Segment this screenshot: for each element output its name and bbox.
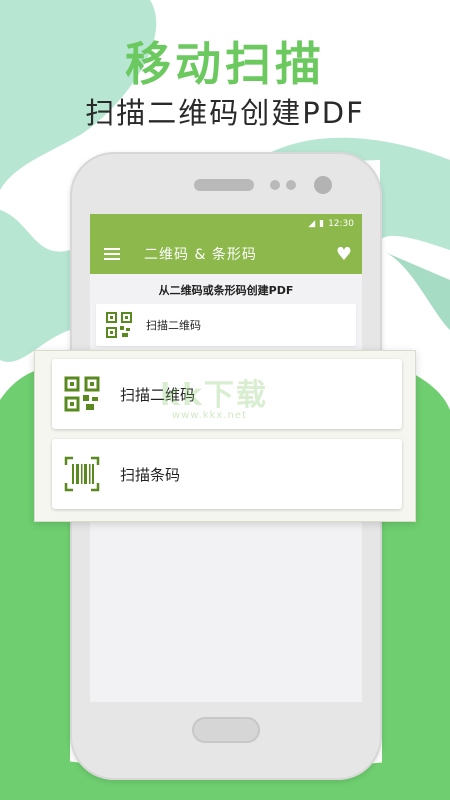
app-bar: 二维码 & 条形码 ♥ <box>90 234 362 274</box>
status-time: 12:30 <box>328 219 354 229</box>
scan-barcode-button[interactable]: 扫描条码 <box>52 439 402 509</box>
list-item-scan-qr[interactable]: 扫描二维码 <box>96 304 356 346</box>
list-item-label: 扫描二维码 <box>146 319 201 332</box>
scan-qr-button[interactable]: 扫描二维码 <box>52 359 402 429</box>
status-bar: ◢ ▮ 12:30 <box>90 214 362 234</box>
scan-barcode-label: 扫描条码 <box>120 465 181 484</box>
qr-code-icon <box>64 376 100 412</box>
scan-qr-label: 扫描二维码 <box>120 385 196 404</box>
phone-sensor-dot <box>286 180 296 190</box>
heart-icon[interactable]: ♥ <box>336 244 352 265</box>
phone-sensor-dot <box>270 180 280 190</box>
signal-icon: ◢ <box>308 219 316 229</box>
instruction-text: 从二维码或条形码创建PDF <box>158 284 294 297</box>
headline-title: 移动扫描 <box>125 37 325 91</box>
scan-options-panel: 扫描二维码 扫描条码 <box>34 350 416 522</box>
menu-icon[interactable] <box>104 248 120 260</box>
headline-subtitle: 扫描二维码创建PDF <box>85 96 365 130</box>
phone-home-button <box>192 717 260 743</box>
app-title: 二维码 & 条形码 <box>144 247 257 263</box>
phone-speaker <box>194 179 254 191</box>
battery-icon: ▮ <box>319 219 325 229</box>
qr-code-icon <box>106 312 132 338</box>
phone-camera <box>314 176 332 194</box>
barcode-icon <box>64 456 100 492</box>
